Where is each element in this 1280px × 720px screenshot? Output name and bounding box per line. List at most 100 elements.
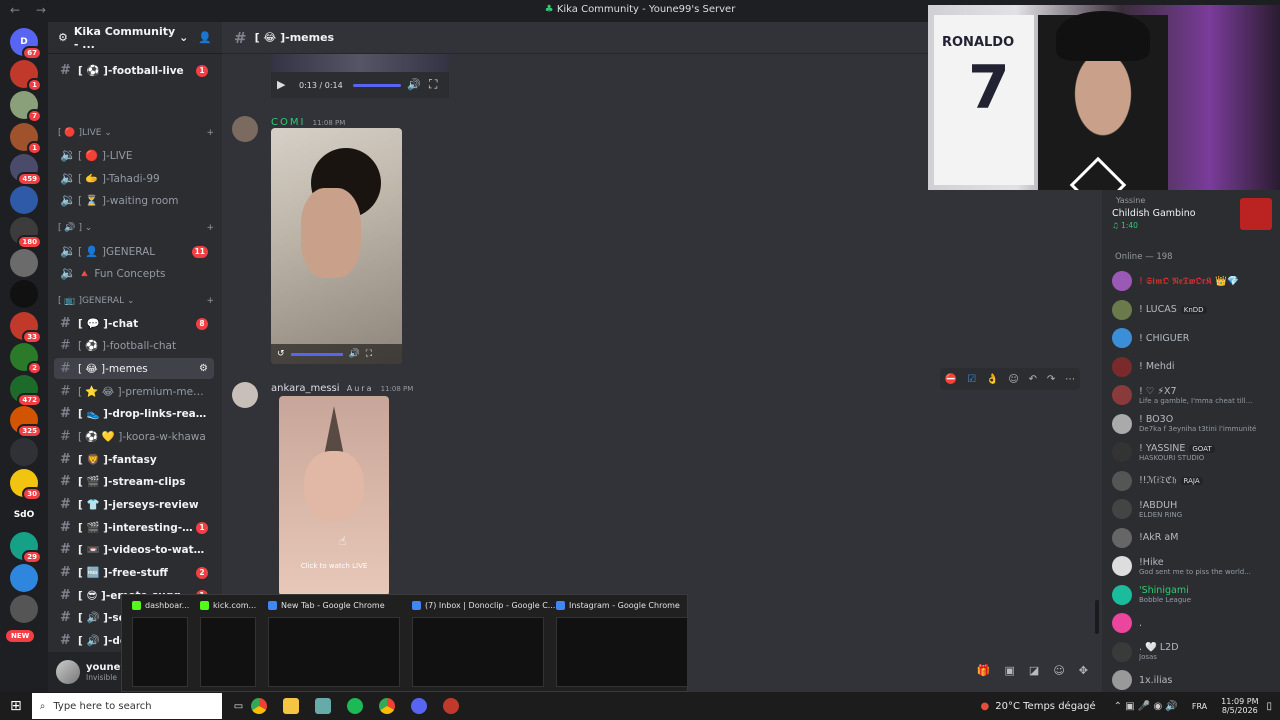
channel-item[interactable]: # [ ⚽ 💛 ]-koora-w-khawa bbox=[54, 426, 214, 447]
channel-item[interactable]: # [ 👟 ]-drop-links-reaction bbox=[54, 403, 214, 424]
apps-icon[interactable]: ✥ bbox=[1079, 664, 1088, 677]
channel-item[interactable]: # [ ⭐ 😂 ]-premium-memes bbox=[54, 381, 214, 402]
avatar[interactable] bbox=[56, 660, 80, 684]
video-attachment[interactable]: Click to watch LIVE ☝ bbox=[279, 396, 389, 596]
chevron-down-icon[interactable]: ⌄ bbox=[179, 31, 188, 44]
discord-icon[interactable] bbox=[411, 698, 428, 714]
notification-icon[interactable]: ▯ bbox=[1266, 701, 1272, 712]
server-icon[interactable]: 29 bbox=[10, 532, 42, 564]
forward-icon[interactable]: ↷ bbox=[1047, 374, 1055, 385]
server-icon[interactable] bbox=[10, 185, 38, 214]
channel-item[interactable]: # [ 🎬 ]-interesting-vids 1 bbox=[54, 517, 214, 538]
channel-category[interactable]: [ 🔊 ] ⌄ + bbox=[58, 223, 214, 233]
channel-item[interactable]: 🔉[ 🔴 ]-LIVE bbox=[54, 145, 214, 166]
channel-item[interactable]: # [ 🎬 ]-stream-clips bbox=[54, 471, 214, 492]
channel-item[interactable]: # [ 💬 ]-chat 8 bbox=[54, 313, 214, 334]
member-item[interactable]: !AkR aM bbox=[1112, 525, 1272, 551]
add-channel-icon[interactable]: + bbox=[206, 128, 214, 138]
emoji-icon[interactable]: ☺ bbox=[1053, 664, 1064, 677]
server-icon[interactable]: 459 bbox=[10, 154, 42, 186]
server-icon[interactable]: 472 bbox=[10, 374, 42, 407]
windows-start-icon[interactable]: ⊞ bbox=[10, 698, 22, 714]
channel-category[interactable]: [ 🔴 ]LIVE ⌄ + bbox=[58, 128, 214, 138]
reaction-check[interactable]: ☑ bbox=[967, 374, 976, 385]
window-thumbnail[interactable]: kick.com... bbox=[194, 595, 260, 691]
chrome-icon[interactable] bbox=[379, 698, 396, 714]
fullscreen-icon[interactable]: ⛶ bbox=[429, 77, 437, 92]
activity-card[interactable]: Yassine Childish Gambino ♫ 1:40 bbox=[1112, 196, 1272, 240]
gif-icon[interactable]: ▣ bbox=[1005, 664, 1015, 677]
channel-item[interactable]: # [ 😂 ]-memes ⚙ bbox=[54, 358, 214, 379]
server-icon[interactable] bbox=[10, 280, 38, 308]
member-item[interactable]: !!ℳ𝔦𝔗ℭ𝔥 RAJA bbox=[1112, 468, 1272, 494]
add-reaction-icon[interactable]: ☺ bbox=[1008, 374, 1018, 385]
search-box[interactable]: ⌕ Type here to search bbox=[31, 693, 222, 719]
server-icon[interactable]: 1 bbox=[10, 59, 42, 92]
server-icon[interactable] bbox=[10, 595, 38, 623]
server-icon[interactable]: 7 bbox=[10, 91, 42, 123]
reply-icon[interactable]: ↶ bbox=[1029, 374, 1037, 385]
message-author[interactable]: ankara_messi bbox=[271, 383, 340, 394]
channel-item[interactable]: # [ 🆓 ]-free-stuff 2 bbox=[54, 562, 214, 583]
sticker-icon[interactable]: ◪ bbox=[1029, 664, 1039, 677]
clock[interactable]: 11:09 PM 8/5/2026 bbox=[1221, 697, 1258, 715]
volume-slider[interactable] bbox=[290, 352, 343, 356]
avatar[interactable] bbox=[232, 116, 258, 142]
member-item[interactable]: 1x.ilias bbox=[1112, 667, 1272, 693]
server-icon[interactable]: 180 bbox=[10, 217, 42, 249]
server-icon[interactable]: 30 bbox=[10, 469, 42, 501]
server-icon[interactable]: 325 bbox=[10, 406, 42, 438]
reaction-no-entry[interactable]: ⛔ bbox=[945, 374, 957, 385]
channel-item[interactable]: # [ 🦁 ]-fantasy bbox=[54, 449, 214, 470]
channel-category[interactable]: [ 📺 ]GENERAL ⌄ + bbox=[58, 296, 214, 306]
more-icon[interactable]: ⋯ bbox=[1065, 374, 1075, 385]
volume-icon[interactable]: 🔊 bbox=[349, 349, 360, 359]
progress-bar[interactable] bbox=[353, 84, 401, 87]
member-item[interactable]: ! BO3O De7ka f 3eyniha t3tini l'immunité bbox=[1112, 411, 1272, 437]
fullscreen-icon[interactable]: ⛶ bbox=[366, 349, 372, 359]
gift-icon[interactable]: 🎁 bbox=[977, 664, 991, 677]
member-item[interactable]: 'Shinigami Bobble League bbox=[1112, 582, 1272, 608]
new-badge[interactable]: NEW bbox=[6, 630, 35, 642]
channel-item[interactable]: 🔉[ 🫱 ]-Tahadi-99 bbox=[54, 168, 214, 189]
add-channel-icon[interactable]: + bbox=[206, 223, 214, 233]
server-icon[interactable]: SdO bbox=[10, 500, 38, 529]
member-item[interactable]: ! ♡ ⚡X7 Life a gamble, I'mma cheat till..… bbox=[1112, 382, 1272, 408]
channel-item[interactable]: 🔉[ 👤 ]GENERAL 11 bbox=[54, 241, 214, 262]
server-icon[interactable]: 33 bbox=[10, 311, 42, 344]
window-thumbnail[interactable]: Instagram - Google Chrome bbox=[550, 595, 692, 691]
channel-item[interactable]: # [ 📼 ]-videos-to-watch-lin... bbox=[54, 539, 214, 560]
server-icon[interactable] bbox=[10, 563, 38, 592]
server-icon[interactable]: D 67 bbox=[10, 28, 42, 60]
replay-icon[interactable]: ↺ bbox=[277, 349, 285, 359]
avatar[interactable] bbox=[232, 382, 258, 408]
language-indicator[interactable]: FRA bbox=[1192, 702, 1207, 711]
scrollbar[interactable] bbox=[1095, 600, 1099, 634]
spotify-icon[interactable] bbox=[347, 698, 364, 714]
video-player[interactable]: ▶ 0:13 / 0:14 🔊 ⛶ bbox=[271, 54, 449, 98]
server-icon[interactable] bbox=[10, 437, 38, 466]
member-item[interactable]: . bbox=[1112, 610, 1272, 636]
app-icon[interactable] bbox=[443, 698, 460, 714]
channel-item[interactable]: # [ 👕 ]-jerseys-review bbox=[54, 494, 214, 515]
volume-icon[interactable]: 🔊 bbox=[407, 78, 421, 91]
server-icon[interactable]: 1 bbox=[10, 122, 42, 155]
channel-item[interactable]: 🔉[ ⏳ ]-waiting room bbox=[54, 190, 214, 211]
server-icon[interactable] bbox=[10, 248, 38, 277]
add-channel-icon[interactable]: + bbox=[206, 296, 214, 306]
window-thumbnail[interactable]: (7) Inbox | Donoclip - Google C... bbox=[406, 595, 555, 691]
member-item[interactable]: . 🤍 L2D Josas bbox=[1112, 639, 1272, 665]
server-icon[interactable]: 2 bbox=[10, 343, 42, 375]
window-thumbnail[interactable]: dashboar... bbox=[126, 595, 192, 691]
task-view-icon[interactable]: ▭ bbox=[234, 701, 243, 712]
member-item[interactable]: ! LUCAS KnDD bbox=[1112, 297, 1272, 323]
chrome-icon[interactable] bbox=[251, 698, 268, 714]
reaction-ok-hand[interactable]: 👌 bbox=[986, 374, 998, 385]
member-item[interactable]: !ABDUH ELDEN RING bbox=[1112, 496, 1272, 522]
channel-item[interactable]: 🔉 🔺 Fun Concepts bbox=[54, 263, 214, 284]
tray-icons[interactable]: ⌃ ▣ 🎤 ◉ 🔊 bbox=[1114, 701, 1178, 712]
play-icon[interactable]: ▶ bbox=[277, 78, 285, 91]
member-item[interactable]: ! Mehdi bbox=[1112, 354, 1272, 380]
app-icon[interactable] bbox=[315, 698, 332, 714]
add-member-icon[interactable]: 👤 bbox=[198, 31, 212, 44]
